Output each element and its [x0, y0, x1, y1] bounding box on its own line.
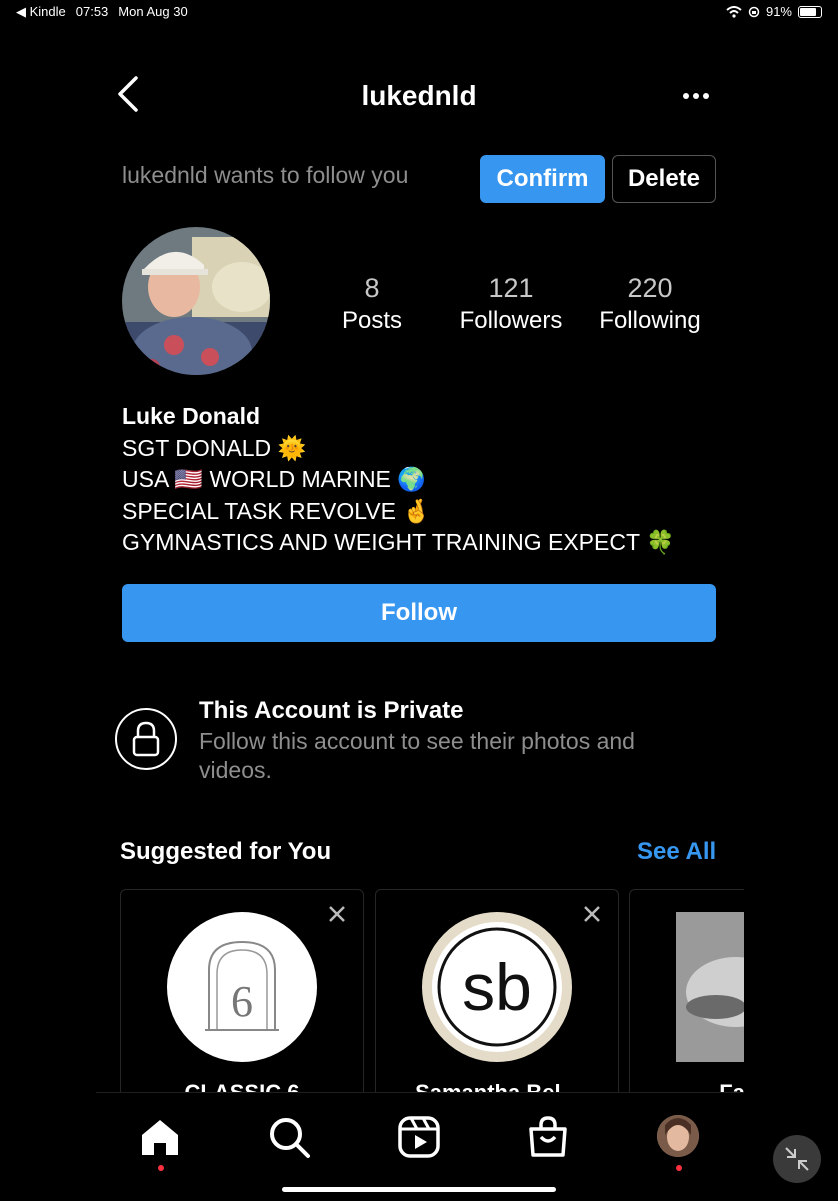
home-indicator[interactable] [282, 1187, 556, 1192]
more-horizontal-icon[interactable] [680, 82, 712, 110]
suggested-avatar[interactable] [676, 912, 744, 1062]
notification-dot [158, 1165, 164, 1171]
wifi-icon [726, 5, 742, 18]
battery-percent: 91% [765, 4, 792, 19]
see-all-link[interactable]: See All [637, 838, 716, 866]
lock-icon [115, 708, 177, 770]
bio-line: SPECIAL TASK REVOLVE 🤞 [122, 497, 432, 524]
private-description: Follow this account to see their photos … [199, 728, 635, 783]
bio-line: GYMNASTICS AND WEIGHT TRAINING EXPECT 🍀 [122, 529, 675, 555]
collapse-arrows-icon [785, 1147, 809, 1171]
follow-button[interactable]: Follow [122, 584, 716, 642]
close-icon[interactable] [582, 904, 602, 924]
stat-followers[interactable]: 121 Followers [436, 270, 586, 336]
status-date: Mon Aug 30 [118, 4, 188, 19]
profile-avatar[interactable] [122, 227, 270, 375]
suggested-card[interactable]: 6 CLASSIC 6 [120, 889, 364, 1092]
private-title: This Account is Private [199, 697, 464, 724]
close-icon[interactable] [327, 904, 347, 924]
profile-name: Luke Donald [122, 403, 261, 429]
suggested-avatar[interactable]: sb [422, 912, 572, 1062]
stat-posts[interactable]: 8 Posts [297, 270, 447, 336]
follow-request-text: lukednld wants to follow you [122, 162, 409, 188]
reels-icon[interactable] [397, 1115, 441, 1159]
back-app-label: Kindle [29, 4, 66, 19]
status-bar: ◀ Kindle 07:53 Mon Aug 30 91% [16, 4, 822, 22]
tab-bar [96, 1092, 744, 1201]
confirm-button[interactable]: Confirm [480, 155, 605, 203]
suggested-name: CLASSIC 6 [121, 1080, 363, 1092]
suggested-avatar[interactable]: 6 [167, 912, 317, 1062]
notification-dot [676, 1165, 682, 1171]
suggested-card[interactable]: sb Samantha Bel... [375, 889, 619, 1092]
collapse-window-button[interactable] [773, 1135, 821, 1183]
suggested-title: Suggested for You [120, 838, 332, 865]
back-to-app[interactable]: ◀ Kindle [16, 4, 66, 20]
following-count: 220 [627, 273, 673, 303]
bio-line: SGT DONALD 🌞 [122, 434, 307, 461]
battery-icon [798, 5, 822, 18]
following-label: Following [599, 307, 701, 334]
suggested-carousel[interactable]: 6 CLASSIC 6 sb Samantha Bel... Fabi. [0, 880, 744, 1092]
avatar-photo [122, 227, 270, 375]
classic6-logo-text: 6 [231, 977, 253, 1026]
home-icon[interactable] [138, 1115, 182, 1159]
profile-bio: Luke Donald SGT DONALD 🌞 USA 🇺🇸 WORLD MA… [122, 401, 675, 559]
posts-count: 8 [364, 273, 380, 303]
followers-label: Followers [459, 307, 563, 334]
suggested-name: Samantha Bel... [376, 1080, 618, 1092]
sb-logo-text: sb [462, 950, 532, 1024]
followers-count: 121 [488, 273, 534, 303]
posts-label: Posts [341, 307, 403, 334]
stat-following[interactable]: 220 Following [575, 270, 725, 336]
delete-button[interactable]: Delete [612, 155, 716, 203]
search-icon[interactable] [267, 1115, 311, 1159]
page-title: lukednld [361, 80, 477, 111]
orientation-lock-icon [748, 6, 760, 17]
status-time: 07:53 [75, 4, 109, 19]
profile-tab-avatar[interactable] [657, 1115, 699, 1157]
shop-icon[interactable] [526, 1115, 570, 1159]
suggested-card[interactable]: Fabi... [629, 889, 744, 1092]
bio-line: USA 🇺🇸 WORLD MARINE 🌍 [122, 466, 426, 492]
suggested-name: Fabi... [630, 1080, 744, 1092]
